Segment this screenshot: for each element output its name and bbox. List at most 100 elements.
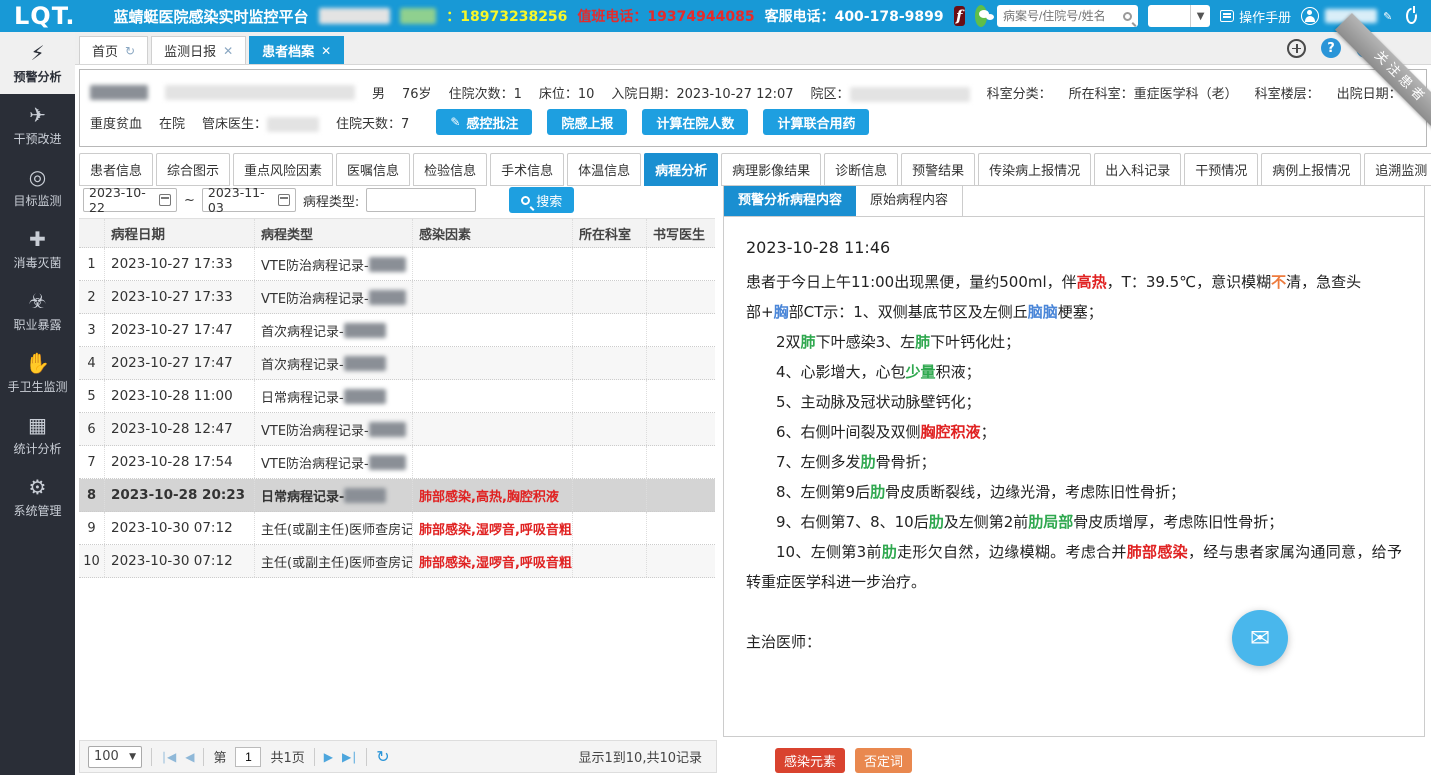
course-type-input[interactable]	[366, 188, 476, 212]
table-row[interactable]: 92023-10-30 07:12主任(或副主任)医师查房记录肺部感染,湿啰音,…	[79, 512, 715, 545]
tab-warning-analysis-content[interactable]: 预警分析病程内容	[724, 186, 856, 216]
sidebar-item-target-monitoring[interactable]: ◎目标监测	[0, 156, 75, 218]
course-filter-row: 2023-10-22 ~ 2023-11-03 病程类型: 搜索	[83, 187, 574, 213]
next-page-button[interactable]: ▶	[324, 750, 333, 764]
window-tab-患者档案[interactable]: 患者档案✕	[249, 36, 344, 64]
close-icon[interactable]: ✕	[321, 44, 331, 58]
table-row[interactable]: 72023-10-28 17:54VTE防治病程记录-	[79, 446, 715, 479]
date-to-input[interactable]: 2023-11-03	[202, 188, 296, 212]
detail-tab-患者信息[interactable]: 患者信息	[79, 153, 153, 186]
highlight-blue-text: 脑脑	[1028, 303, 1058, 321]
prev-page-button[interactable]: ◀	[185, 750, 194, 764]
cell-writer-doctor	[647, 545, 715, 577]
close-icon[interactable]: ✕	[223, 44, 233, 58]
sidebar-item-disinfection-sterilization[interactable]: ✚消毒灭菌	[0, 218, 75, 280]
window-tab-监测日报[interactable]: 监测日报✕	[151, 36, 246, 64]
refresh-icon[interactable]: ↻	[125, 44, 135, 58]
calendar-icon[interactable]	[159, 194, 171, 206]
sidebar-item-system-management[interactable]: ⚙系统管理	[0, 466, 75, 528]
date-from-input[interactable]: 2023-10-22	[83, 188, 177, 212]
cell-course-type: 首次病程记录-	[255, 314, 413, 346]
sidebar-item-statistical-analysis[interactable]: ▦统计分析	[0, 404, 75, 466]
cell-index: 4	[79, 347, 105, 379]
message-mail-button[interactable]: ✉	[1232, 610, 1288, 666]
chevron-down-icon[interactable]: ▼	[1190, 5, 1210, 27]
first-page-button[interactable]: ∣◀	[161, 750, 176, 764]
plain-text: 患者于今日上午11:00出现黑便，量约500ml，伴	[746, 273, 1077, 291]
patient-field: 所在科室：重症医学科（老）	[1069, 83, 1238, 102]
occupational-exposure-icon: ☣	[29, 290, 47, 312]
detail-tab-医嘱信息[interactable]: 医嘱信息	[336, 153, 410, 186]
button-院感上报[interactable]: 院感上报	[547, 109, 627, 135]
highlight-red-text: 高热	[1077, 273, 1107, 291]
sidebar-item-occupational-exposure[interactable]: ☣职业暴露	[0, 280, 75, 342]
button-计算在院人数[interactable]: 计算在院人数	[642, 109, 748, 135]
sidebar-item-hand-hygiene-monitoring[interactable]: ✋手卫生监测	[0, 342, 75, 404]
cell-course-date: 2023-10-27 17:47	[105, 347, 255, 379]
cell-department	[573, 380, 647, 412]
page-size-select[interactable]: 100 ▼	[88, 746, 142, 768]
page-number-input[interactable]	[235, 747, 261, 767]
button-感控批注[interactable]: ✎感控批注	[436, 109, 532, 135]
cell-index: 7	[79, 446, 105, 478]
course-paragraph: 10、左侧第3前肋走形欠自然，边缘模糊。考虑合并肺部感染，经与患者家属沟通同意，…	[746, 537, 1402, 597]
table-row[interactable]: 22023-10-27 17:33VTE防治病程记录-	[79, 281, 715, 314]
detail-tab-预警结果[interactable]: 预警结果	[901, 153, 975, 186]
button-计算联合用药[interactable]: 计算联合用药	[763, 109, 869, 135]
table-row[interactable]: 102023-10-30 07:12主任(或副主任)医师查房记录肺部感染,湿啰音…	[79, 545, 715, 578]
table-header-row: 病程日期病程类型感染因素所在科室书写医生	[79, 219, 715, 248]
highlight-blue-text: 胸	[774, 303, 789, 321]
detail-tab-病例上报情况[interactable]: 病例上报情况	[1261, 153, 1361, 186]
logout-power-icon[interactable]	[1406, 8, 1417, 24]
detail-tab-传染病上报情况[interactable]: 传染病上报情况	[978, 153, 1091, 186]
detail-tab-手术信息[interactable]: 手术信息	[490, 153, 564, 186]
cell-infection-factors	[413, 413, 573, 445]
training-phone-number: ：18973238256	[446, 6, 567, 26]
calendar-icon[interactable]	[278, 194, 290, 206]
course-paragraph: 7、左侧多发肋骨骨折；	[746, 447, 1402, 477]
table-row[interactable]: 52023-10-28 11:00日常病程记录-	[79, 380, 715, 413]
window-tab-首页[interactable]: 首页↻	[79, 36, 148, 64]
wechat-icon[interactable]	[975, 5, 987, 27]
cell-course-type: 主任(或副主任)医师查房记录	[255, 512, 413, 544]
patient-field: 76岁	[402, 83, 432, 102]
patient-field: 重度贫血	[90, 113, 142, 132]
search-icon[interactable]	[1123, 12, 1132, 21]
help-icon-1[interactable]: ?	[1321, 38, 1341, 58]
sidebar-item-label: 消毒灭菌	[13, 254, 61, 271]
table-row[interactable]: 32023-10-27 17:47首次病程记录-	[79, 314, 715, 347]
redacted-training-phone-label	[400, 8, 437, 24]
table-row[interactable]: 62023-10-28 12:47VTE防治病程记录-	[79, 413, 715, 446]
last-page-button[interactable]: ▶∣	[342, 750, 357, 764]
detail-tab-病程分析[interactable]: 病程分析	[644, 153, 718, 186]
detail-tab-干预情况[interactable]: 干预情况	[1184, 153, 1258, 186]
cell-course-date: 2023-10-27 17:47	[105, 314, 255, 346]
patient-search-input[interactable]	[1003, 9, 1123, 23]
table-row[interactable]: 12023-10-27 17:33VTE防治病程记录-	[79, 248, 715, 281]
sidebar-item-intervention-improvement[interactable]: ✈干预改进	[0, 94, 75, 156]
detail-tab-追溯监测[interactable]: 追溯监测	[1364, 153, 1431, 186]
detail-tab-体温信息[interactable]: 体温信息	[567, 153, 641, 186]
detail-tab-综合图示[interactable]: 综合图示	[156, 153, 230, 186]
add-circle-icon[interactable]	[1287, 39, 1306, 58]
header-dropdown-select[interactable]: ▼	[1148, 5, 1210, 27]
detail-tab-检验信息[interactable]: 检验信息	[413, 153, 487, 186]
search-button[interactable]: 搜索	[509, 187, 574, 213]
refresh-icon[interactable]: ↻	[376, 747, 389, 766]
sidebar-item-early-warning-analysis[interactable]: ⚡预警分析	[0, 32, 75, 94]
pagination-bar: 100 ▼ ∣◀ ◀ 第 共1页 ▶ ▶∣ ↻ 显示1到10,共10记录	[79, 740, 717, 773]
target-monitoring-icon: ◎	[29, 166, 46, 188]
detail-tab-重点风险因素[interactable]: 重点风险因素	[233, 153, 333, 186]
tab-original-course-content[interactable]: 原始病程内容	[856, 186, 963, 216]
detail-tab-病理影像结果[interactable]: 病理影像结果	[721, 153, 821, 186]
edit-profile-icon[interactable]: ✎	[1383, 10, 1392, 23]
patient-field: 住院天数：7	[336, 113, 409, 132]
table-row[interactable]: 82023-10-28 20:23日常病程记录-肺部感染,高热,胸腔积液	[79, 479, 715, 512]
table-row[interactable]: 42023-10-27 17:47首次病程记录-	[79, 347, 715, 380]
flash-plugin-icon[interactable]: f	[954, 6, 965, 26]
patient-search-box[interactable]	[997, 5, 1138, 27]
detail-tab-诊断信息[interactable]: 诊断信息	[824, 153, 898, 186]
manual-link[interactable]: 操作手册	[1220, 7, 1291, 26]
detail-tab-出入科记录[interactable]: 出入科记录	[1094, 153, 1181, 186]
sidebar-item-label: 统计分析	[13, 440, 61, 457]
